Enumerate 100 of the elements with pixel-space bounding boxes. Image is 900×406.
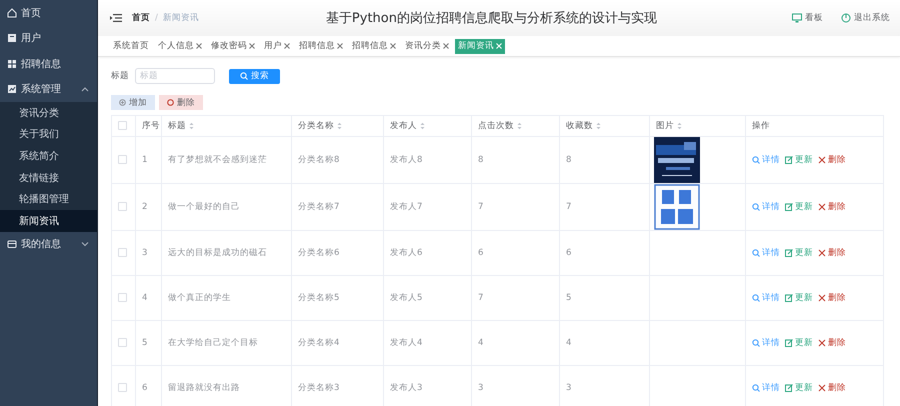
- checkbox[interactable]: [118, 202, 127, 212]
- checkbox[interactable]: [118, 121, 127, 130]
- sidebar-subitem[interactable]: 系统简介: [0, 145, 97, 167]
- table-cell: 做一个最好的自己: [168, 202, 240, 212]
- table-cell: 发布人5: [390, 293, 422, 303]
- close-icon: [818, 384, 826, 392]
- table-cell: 2: [142, 202, 148, 212]
- circle-icon: [167, 99, 174, 106]
- table-cell: 发布人7: [390, 202, 422, 212]
- tab[interactable]: 用户: [261, 38, 293, 54]
- tab[interactable]: 招聘信息: [296, 38, 346, 54]
- tab[interactable]: 系统首页: [110, 38, 152, 54]
- dashboard-link[interactable]: 看板: [792, 12, 823, 24]
- column-header[interactable]: 图片: [656, 120, 682, 132]
- table-cell: 发布人8: [390, 155, 422, 165]
- logout-link[interactable]: 退出系统: [841, 12, 890, 24]
- table-cell: 分类名称3: [298, 383, 340, 393]
- close-icon[interactable]: [337, 43, 343, 49]
- edit-icon: [785, 156, 793, 164]
- table-cell: 6: [566, 248, 572, 258]
- table-cell: 5: [566, 293, 572, 303]
- table-cell: 8: [478, 155, 484, 165]
- search-icon: [752, 249, 760, 257]
- sidebar-subitem[interactable]: 友情链接: [0, 166, 97, 188]
- tab[interactable]: 修改密码: [208, 38, 258, 54]
- delete-link[interactable]: 删除: [818, 292, 846, 304]
- sidebar-subitem[interactable]: 资讯分类: [0, 102, 97, 124]
- table-cell: 7: [478, 293, 484, 303]
- column-header[interactable]: 标题: [168, 120, 194, 132]
- search-icon: [752, 203, 760, 211]
- column-header: 序号: [142, 120, 160, 132]
- close-icon[interactable]: [284, 43, 290, 49]
- tab[interactable]: 招聘信息: [349, 38, 399, 54]
- column-header: 操作: [752, 120, 770, 132]
- close-icon[interactable]: [390, 43, 396, 49]
- search-icon: [752, 156, 760, 164]
- delete-link[interactable]: 删除: [818, 337, 846, 349]
- sidebar-item[interactable]: 首页: [0, 0, 97, 26]
- table-cell: 8: [566, 155, 572, 165]
- delete-link[interactable]: 删除: [818, 382, 846, 394]
- tab[interactable]: 个人信息: [155, 38, 205, 54]
- home-icon: [7, 8, 17, 18]
- close-icon[interactable]: [249, 43, 255, 49]
- table-cell: 6: [142, 383, 148, 393]
- table-cell: 5: [142, 338, 148, 348]
- delete-link[interactable]: 删除: [818, 247, 846, 259]
- table-cell: 分类名称6: [298, 248, 340, 258]
- search-button[interactable]: 搜索: [229, 68, 280, 84]
- table-cell: 留退路就没有出路: [168, 383, 240, 393]
- close-icon[interactable]: [443, 43, 449, 49]
- breadcrumb-item[interactable]: 首页: [132, 12, 150, 24]
- power-icon: [841, 13, 851, 23]
- close-icon: [818, 203, 826, 211]
- table-cell: 发布人3: [390, 383, 422, 393]
- sidebar-subitem[interactable]: 新闻资讯: [0, 210, 97, 232]
- edit-icon: [785, 384, 793, 392]
- grid-icon: [7, 58, 17, 69]
- delete-button[interactable]: 删除: [159, 95, 203, 110]
- sidebar-subitem[interactable]: 关于我们: [0, 124, 97, 146]
- delete-link[interactable]: 删除: [818, 154, 846, 166]
- checkbox[interactable]: [118, 293, 127, 302]
- checkbox[interactable]: [118, 338, 127, 348]
- table-cell: 3: [142, 248, 148, 258]
- table-cell: 分类名称4: [298, 338, 340, 348]
- close-icon: [818, 339, 826, 347]
- search-icon: [240, 72, 248, 80]
- table-cell: 分类名称8: [298, 155, 340, 165]
- sidebar-item[interactable]: 招聘信息: [0, 51, 97, 76]
- close-icon[interactable]: [196, 43, 202, 49]
- table-cell: 4: [478, 338, 484, 348]
- table-cell: 发布人6: [390, 248, 422, 258]
- sidebar-item[interactable]: 我的信息: [0, 232, 97, 258]
- sidebar-item[interactable]: 用户: [0, 26, 97, 51]
- checkbox[interactable]: [118, 155, 127, 164]
- table-cell: 4: [566, 338, 572, 348]
- table-cell: 做个真正的学生: [168, 293, 231, 303]
- table-cell: 远大的目标是成功的磁石: [168, 248, 267, 258]
- table-cell: 有了梦想就不会感到迷茫: [168, 155, 267, 165]
- table-cell: 7: [478, 202, 484, 212]
- tab[interactable]: 资讯分类: [402, 38, 452, 54]
- chart-icon: [7, 84, 17, 94]
- breadcrumb-separator: /: [155, 13, 158, 23]
- table-cell: 4: [142, 293, 148, 303]
- sidebar-item[interactable]: 系统管理: [0, 76, 97, 102]
- table-cell: 分类名称5: [298, 293, 340, 303]
- table-cell: 3: [478, 383, 484, 393]
- sidebar-subitem[interactable]: 轮播图管理: [0, 188, 97, 210]
- edit-icon: [785, 203, 793, 211]
- delete-link[interactable]: 删除: [818, 201, 846, 213]
- checkbox[interactable]: [118, 248, 127, 258]
- search-field[interactable]: 标题: [135, 68, 215, 84]
- monitor-icon: [792, 13, 802, 23]
- plus-circle-icon: [119, 99, 126, 106]
- field-label: 标题: [111, 70, 129, 82]
- breadcrumb-item: 新闻资讯: [162, 12, 199, 24]
- table-cell: 在大学给自己定个目标: [168, 338, 258, 348]
- checkbox[interactable]: [118, 383, 127, 392]
- add-button[interactable]: 增加: [111, 95, 155, 110]
- menu-icon[interactable]: [110, 13, 122, 23]
- table-cell: 7: [566, 202, 572, 212]
